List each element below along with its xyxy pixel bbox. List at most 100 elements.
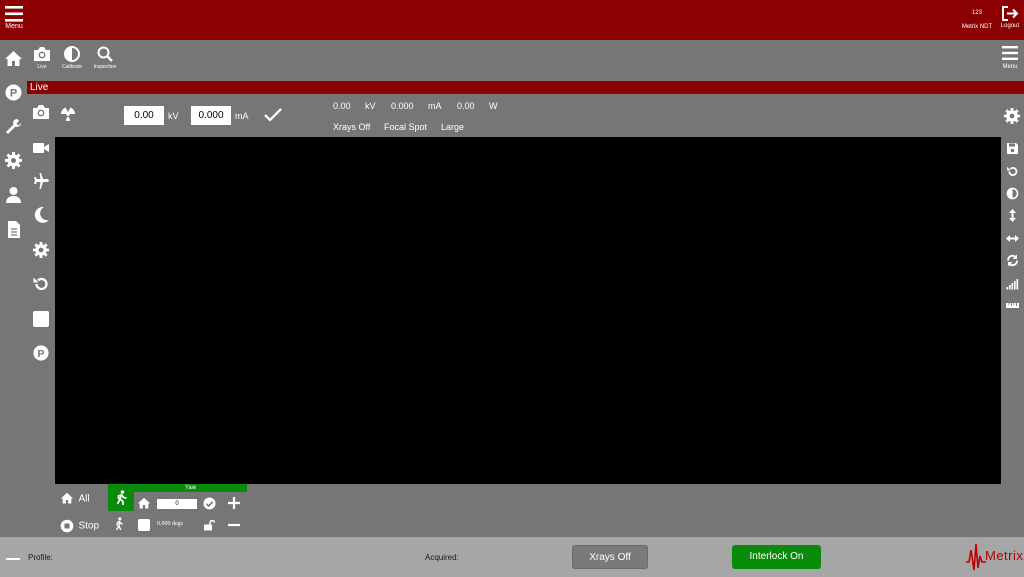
svg-text:P: P: [10, 88, 17, 100]
logout-icon: [1002, 6, 1019, 21]
xray-state: Xrays Off: [333, 122, 371, 132]
signal-bars-icon: [1006, 279, 1019, 290]
snapshot-button[interactable]: [32, 104, 50, 120]
profile-label: Profile:: [28, 553, 53, 562]
axis-home-button[interactable]: [137, 497, 151, 510]
user-id: 123: [971, 10, 982, 16]
home-icon: [60, 492, 74, 504]
ma-input[interactable]: [191, 106, 231, 125]
park-button[interactable]: P: [32, 344, 50, 362]
stop-square-button[interactable]: [32, 310, 50, 328]
logout-button[interactable]: Logout: [997, 5, 1023, 29]
focal-spot-label: Focal Spot: [384, 122, 428, 132]
image-tools: [1001, 137, 1024, 484]
stop-circle-icon: [60, 519, 74, 533]
acquisition-settings-button[interactable]: [32, 241, 50, 259]
home-nav-button[interactable]: [4, 49, 23, 68]
inspection-mode-button[interactable]: Inspection: [87, 46, 123, 70]
axis-select-checkbox[interactable]: [138, 519, 150, 531]
radiation-icon: [61, 107, 75, 121]
record-video-button[interactable]: [32, 139, 50, 157]
user-nav-button[interactable]: [4, 185, 23, 204]
save-icon: [1007, 143, 1018, 154]
readout-w-unit: W: [489, 101, 498, 111]
kv-unit: kV: [168, 111, 179, 121]
document-nav-button[interactable]: [4, 220, 23, 239]
metrix-wave-logo: [966, 543, 986, 571]
jog-mode-button[interactable]: [113, 517, 125, 531]
user-icon: [6, 187, 21, 203]
unlock-icon: [204, 520, 215, 531]
parking-icon: P: [33, 345, 49, 361]
home-icon: [5, 51, 22, 66]
parking-nav-button[interactable]: P: [4, 83, 23, 102]
secondary-menu-button[interactable]: Menu: [999, 45, 1021, 70]
checkmark-icon: [264, 108, 282, 122]
measure-button[interactable]: [1006, 299, 1019, 312]
rotate-left-button[interactable]: [1006, 165, 1019, 178]
axis-go-button[interactable]: [203, 497, 216, 510]
flight-button[interactable]: [32, 172, 50, 190]
axis-position-input[interactable]: [157, 499, 197, 509]
histogram-button[interactable]: [1006, 277, 1019, 290]
save-image-button[interactable]: [1006, 142, 1019, 155]
stop-all-button[interactable]: Stop: [60, 517, 99, 535]
left-nav: P: [0, 40, 27, 537]
acquired-label: Acquired:: [425, 553, 459, 562]
main-menu-button[interactable]: Menu: [4, 5, 24, 30]
vertical-arrows-icon: [1009, 209, 1016, 222]
apply-button[interactable]: [264, 107, 282, 122]
metrix-logo: Metrix: [965, 542, 1024, 572]
xrays-toggle-button[interactable]: Xrays Off: [572, 545, 648, 569]
flip-vertical-button[interactable]: [1006, 209, 1019, 222]
axis-lock-button[interactable]: [203, 519, 215, 531]
company-name: Metrix NDT: [961, 24, 993, 30]
svg-text:P: P: [38, 349, 45, 360]
gear-icon: [5, 152, 22, 169]
section-title: Live: [27, 81, 1024, 94]
readout-ma-unit: mA: [428, 101, 442, 111]
axis-decrement-button[interactable]: [227, 519, 241, 531]
readout-kv-value: 0.00: [333, 101, 351, 111]
axis-increment-button[interactable]: [227, 496, 241, 510]
axis-enable-toggle[interactable]: [108, 484, 134, 511]
logout-label: Logout: [1000, 23, 1020, 29]
flip-horizontal-button[interactable]: [1006, 232, 1019, 245]
focal-spot-value: Large: [441, 122, 465, 132]
secondary-menu-label: Menu: [1002, 64, 1018, 70]
radiation-button[interactable]: [60, 106, 76, 122]
home-all-button[interactable]: All: [60, 490, 90, 508]
axis-name: Yaw: [134, 484, 247, 492]
tools-nav-button[interactable]: [4, 117, 23, 136]
running-person-icon: [116, 490, 127, 505]
xray-image-viewer[interactable]: [55, 137, 1001, 484]
plus-icon: [228, 497, 240, 509]
refresh-button[interactable]: [1006, 254, 1019, 267]
undo-button[interactable]: [32, 275, 50, 293]
wrench-icon: [6, 119, 21, 134]
refresh-icon: [1007, 254, 1018, 267]
ruler-icon: [1006, 303, 1019, 308]
dash-icon: [6, 558, 20, 560]
calibrate-mode-button[interactable]: Calibrate: [54, 46, 90, 70]
undo-icon: [1007, 166, 1018, 176]
contrast-button[interactable]: [1006, 187, 1019, 200]
interlock-button[interactable]: Interlock On: [732, 545, 821, 569]
settings-nav-button[interactable]: [4, 151, 23, 170]
dark-mode-button[interactable]: [32, 206, 50, 224]
readout-ma-value: 0.000: [391, 101, 414, 111]
hamburger-icon: [5, 6, 23, 22]
kv-input[interactable]: [124, 106, 164, 125]
axis-degrees: 0.000 degs: [157, 521, 183, 527]
contrast-icon: [64, 46, 80, 62]
hamburger-icon: [1002, 46, 1018, 60]
status-bar: Profile: Acquired: Xrays Off Interlock O…: [0, 537, 1024, 577]
minus-icon: [228, 523, 240, 527]
undo-icon: [33, 277, 48, 291]
live-settings-button[interactable]: [1003, 107, 1021, 125]
readout-w-value: 0.00: [457, 101, 475, 111]
top-bar: Menu 123 Metrix NDT Logout: [0, 0, 1024, 40]
video-camera-icon: [33, 143, 49, 153]
document-icon: [8, 221, 20, 238]
logo-text: Metrix: [985, 548, 1024, 563]
